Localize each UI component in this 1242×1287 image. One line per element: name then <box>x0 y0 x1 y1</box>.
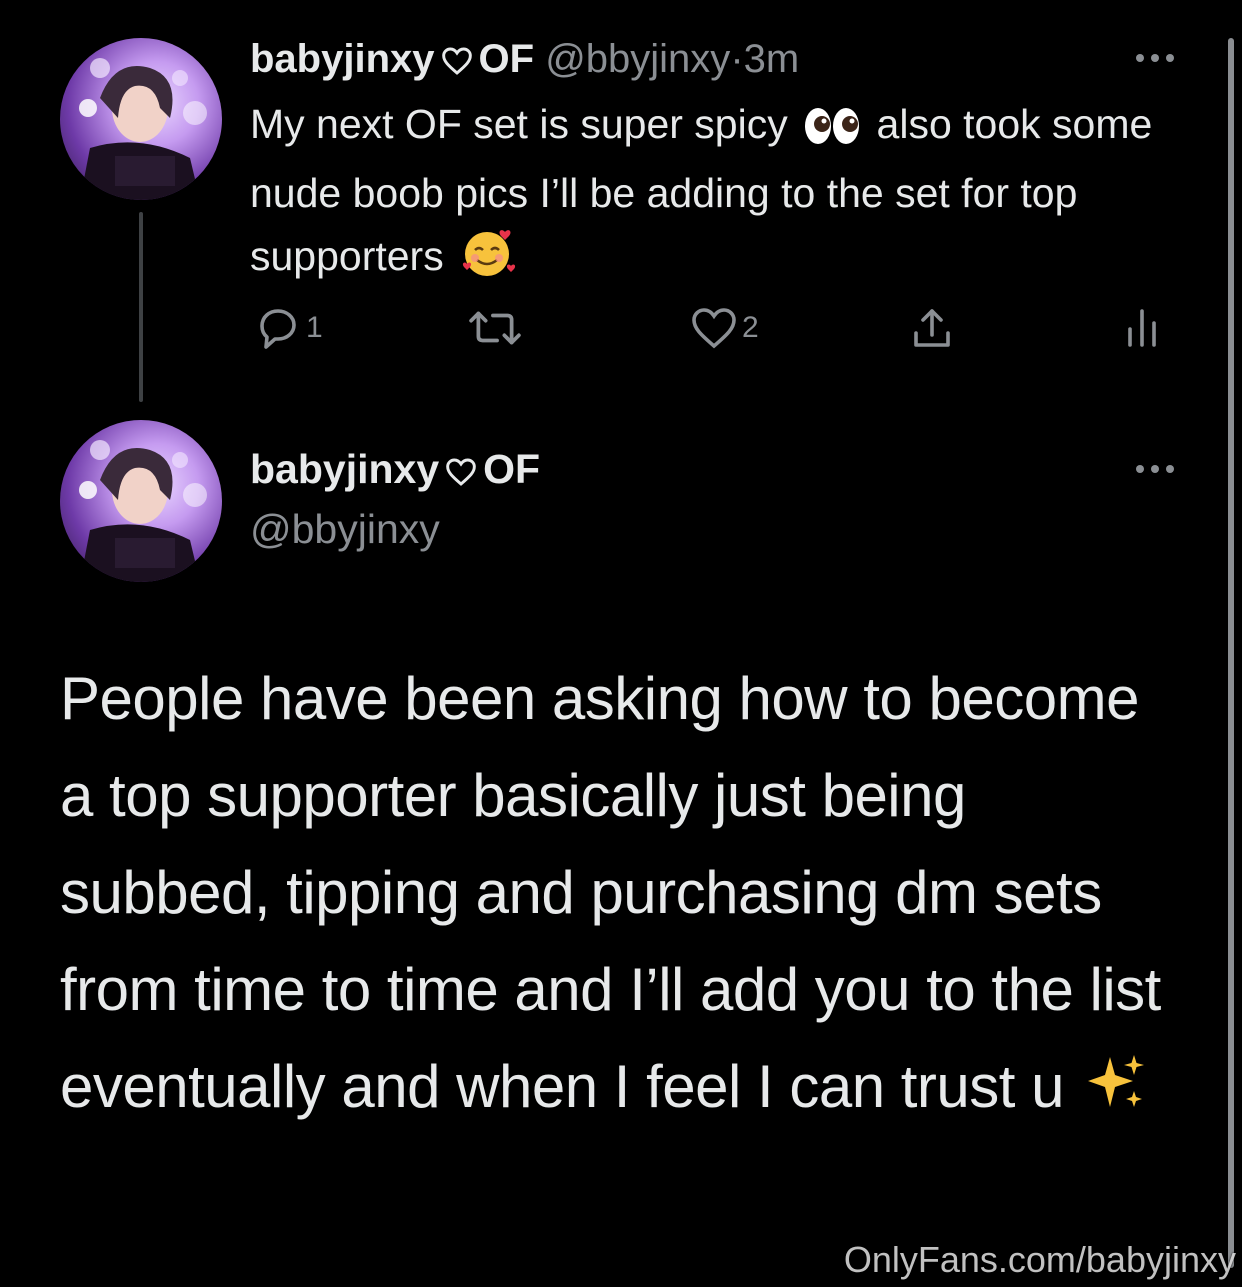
separator: · <box>730 37 744 81</box>
reply-count: 1 <box>306 311 323 344</box>
main-tweet-text-body: People have been asking how to become a … <box>60 665 1161 1120</box>
display-name[interactable]: babyjinxy <box>250 446 439 492</box>
share-button[interactable] <box>908 305 956 351</box>
avatar[interactable] <box>60 38 222 200</box>
sparkles-emoji <box>1084 1046 1148 1143</box>
timestamp[interactable]: 3m <box>744 37 800 81</box>
thread-line <box>139 212 143 402</box>
retweet-icon <box>469 311 521 345</box>
reply-button[interactable]: 1 <box>254 305 323 351</box>
smiling-face-with-hearts-emoji <box>459 224 517 295</box>
more-icon <box>1136 465 1174 473</box>
heart-icon <box>692 308 736 349</box>
more-options-button[interactable] <box>1133 459 1177 479</box>
like-count: 2 <box>742 311 759 344</box>
analytics-icon <box>1128 309 1156 347</box>
tweet-text: My next OF set is super spicy also took … <box>250 94 1200 295</box>
tweet-header: babyjinxy OF @bbyjinxy·3m <box>250 34 799 88</box>
handle[interactable]: @bbyjinxy <box>545 37 730 81</box>
share-icon <box>914 309 950 347</box>
like-button[interactable]: 2 <box>690 305 759 351</box>
avatar[interactable] <box>60 420 222 582</box>
tweet-text-part1: My next OF set is super spicy <box>250 101 788 147</box>
more-options-button[interactable] <box>1133 48 1177 68</box>
heart-icon <box>441 38 473 88</box>
scrollbar[interactable] <box>1228 38 1234 1268</box>
watermark: OnlyFans.com/babyjinxy <box>843 1239 1236 1280</box>
tweet2-header: babyjinxy OF <box>250 443 540 499</box>
display-name[interactable]: babyjinxy <box>250 37 435 81</box>
analytics-button[interactable] <box>1122 305 1162 351</box>
more-icon <box>1136 54 1174 62</box>
heart-icon <box>445 447 477 499</box>
tweet-actions: 1 2 <box>250 305 1170 355</box>
retweet-button[interactable] <box>468 305 526 351</box>
name-suffix: OF <box>483 446 541 492</box>
name-suffix: OF <box>478 37 535 81</box>
handle[interactable]: @bbyjinxy <box>250 503 440 555</box>
reply-icon <box>260 309 296 349</box>
eyes-emoji <box>803 102 861 163</box>
main-tweet-text: People have been asking how to become a … <box>60 650 1180 1143</box>
